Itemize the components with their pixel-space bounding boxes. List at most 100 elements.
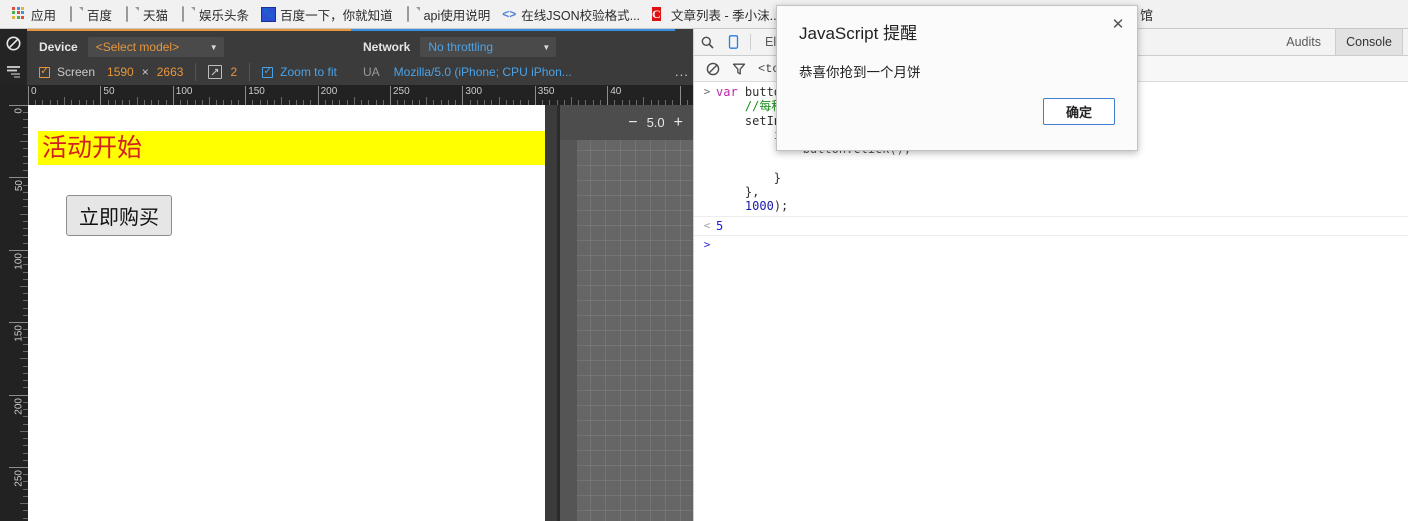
viewport-resize-handle[interactable]: [545, 105, 560, 521]
screen-height-input[interactable]: 2663: [157, 65, 184, 79]
ruler-label: 50: [14, 180, 25, 191]
throttling-bars-icon[interactable]: [0, 57, 27, 85]
dialog-title: JavaScript 提醒: [799, 19, 917, 44]
grid-left-strip: [560, 105, 577, 521]
buy-now-button[interactable]: 立即购买: [66, 195, 172, 236]
console-gutter-icon: [698, 99, 716, 113]
ruler-tick: [9, 177, 28, 178]
console-code: 1000);: [716, 199, 788, 213]
bookmark-baidu[interactable]: 百度: [62, 3, 118, 25]
no-throttle-icon[interactable]: [0, 29, 27, 57]
filter-icon[interactable]: [726, 56, 752, 82]
ruler-tick: [643, 97, 644, 105]
console-code: },: [716, 185, 759, 199]
bookmark-article-list[interactable]: C 文章列表 - 季小沫...: [646, 3, 786, 25]
ruler-tick: [137, 97, 138, 105]
page-icon: [405, 7, 420, 22]
network-throttling-value: No throttling: [428, 40, 493, 54]
console-gutter-icon: [698, 142, 716, 156]
console-gutter-icon: [698, 185, 716, 199]
ruler-label: 350: [538, 86, 555, 97]
ruler-label: 250: [14, 470, 25, 487]
ruler-tick: [28, 86, 29, 105]
more-options-icon[interactable]: ...: [675, 64, 689, 79]
device-settings-panel: Device <Select model> ▼ Screen 1590 × 26…: [27, 31, 351, 85]
screen-size-row: Screen 1590 × 2663 2 Zoom to fit: [39, 62, 337, 82]
search-icon[interactable]: [694, 29, 720, 55]
emulation-background-grid: − 5.0 +: [560, 105, 693, 521]
bookmark-baidu-search[interactable]: 🐾 百度一下，你就知道: [255, 3, 399, 25]
ua-label: UA: [363, 65, 380, 79]
dialog-ok-button[interactable]: 确定: [1043, 98, 1115, 125]
network-row: Network No throttling ▼: [363, 36, 556, 58]
screen-width-input[interactable]: 1590: [107, 65, 134, 79]
clear-console-icon[interactable]: [700, 56, 726, 82]
console-prompt[interactable]: >: [694, 236, 1408, 252]
bookmark-label: 文章列表 - 季小沫...: [671, 5, 780, 24]
horizontal-ruler: 05010015020025030035040: [28, 85, 693, 105]
console-gutter-icon: <: [698, 219, 716, 233]
bookmark-apps[interactable]: 应用: [6, 3, 62, 25]
zoom-in-button[interactable]: +: [674, 115, 683, 131]
bookmark-label: api使用说明: [424, 5, 491, 24]
ua-value[interactable]: Mozilla/5.0 (iPhone; CPU iPhon...: [394, 65, 572, 79]
console-gutter-icon: [698, 128, 716, 142]
bookmark-entertainment[interactable]: 娱乐头条: [174, 3, 255, 25]
toolbar-divider: [750, 34, 751, 50]
tab-audits[interactable]: Audits: [1276, 29, 1331, 55]
console-line: },: [694, 185, 1408, 199]
console-gutter-icon: >: [698, 85, 716, 99]
bookmark-tmall[interactable]: 天猫: [118, 3, 174, 25]
screen-checkbox[interactable]: [39, 67, 50, 78]
zoom-out-button[interactable]: −: [628, 115, 637, 131]
device-model-select[interactable]: <Select model> ▼: [88, 37, 224, 57]
console-gutter-icon: [698, 171, 716, 185]
ruler-corner: [0, 85, 28, 105]
zoom-to-fit-label: Zoom to fit: [280, 65, 337, 79]
dpr-input[interactable]: 2: [230, 65, 237, 79]
bookmark-label: 应用: [31, 5, 56, 24]
ruler-label: 300: [465, 86, 482, 97]
ruler-tick: [499, 97, 500, 105]
dpr-icon: [208, 65, 222, 79]
code-brackets-icon: <>: [502, 7, 517, 22]
dialog-message: 恭喜你抢到一个月饼: [799, 61, 921, 81]
bookmark-json-validator[interactable]: <> 在线JSON校验格式...: [496, 3, 646, 25]
network-throttling-select[interactable]: No throttling ▼: [420, 37, 556, 57]
ruler-tick: [535, 86, 536, 105]
device-label: Device: [39, 40, 78, 54]
browser-window: 应用 百度 天猫 娱乐头条 🐾 百度一下，你就知道 api使用说明 <> 在线J…: [0, 0, 1408, 521]
console-code: }: [716, 171, 781, 185]
console-line: }: [694, 171, 1408, 185]
ruler-label: 100: [176, 86, 193, 97]
ruler-tick: [9, 105, 28, 106]
ruler-tick: [680, 86, 681, 105]
ruler-tick: [318, 86, 319, 105]
ruler-label: 40: [610, 86, 621, 97]
console-gutter-icon: [698, 156, 716, 170]
console-line-result: < 5: [694, 217, 1408, 233]
ruler-tick: [173, 86, 174, 105]
console-code: [716, 156, 723, 170]
network-settings-panel: Network No throttling ▼ UA Mozilla/5.0 (…: [351, 31, 675, 85]
ruler-label: 100: [14, 253, 25, 270]
ruler-tick: [20, 503, 28, 504]
ruler-tick: [20, 431, 28, 432]
device-toolbar-icon[interactable]: [720, 29, 746, 55]
bookmark-overflow-label: 馆: [1140, 5, 1153, 24]
close-icon[interactable]: ✕: [1107, 13, 1129, 35]
screen-label: Screen: [57, 65, 95, 79]
tab-console[interactable]: Console: [1335, 29, 1403, 55]
ruler-tick: [20, 214, 28, 215]
page-icon: [180, 7, 195, 22]
user-agent-row: UA Mozilla/5.0 (iPhone; CPU iPhon...: [363, 62, 572, 82]
console-code: setIn: [716, 114, 781, 128]
emulated-page-viewport[interactable]: 活动开始 立即购买: [28, 105, 545, 521]
bookmark-api-doc[interactable]: api使用说明: [399, 3, 497, 25]
device-model-value: <Select model>: [96, 40, 179, 54]
ruler-label: 150: [14, 325, 25, 342]
ruler-tick: [100, 86, 101, 105]
zoom-to-fit-checkbox[interactable]: [262, 67, 273, 78]
ruler-tick: [390, 86, 391, 105]
console-gutter-icon: [698, 199, 716, 213]
